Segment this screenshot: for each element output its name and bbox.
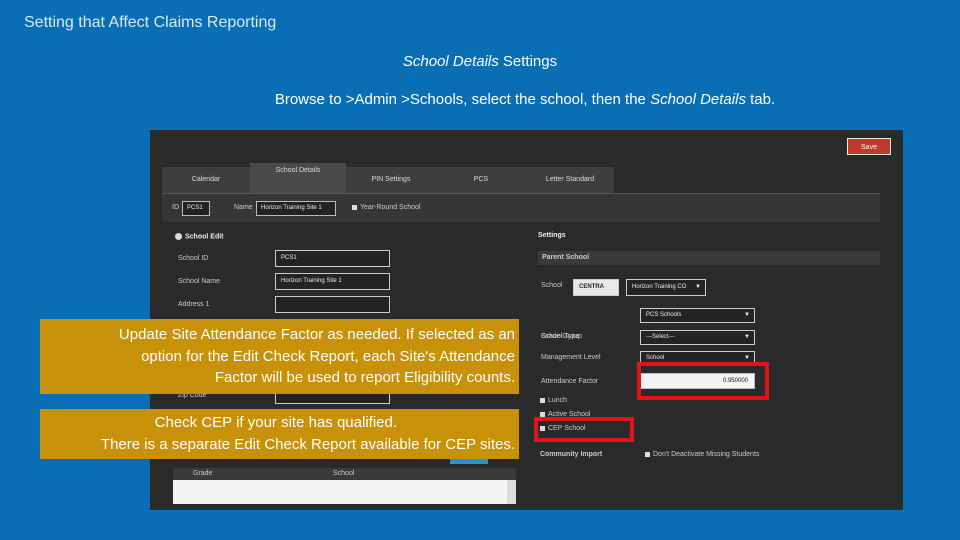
school-label: School xyxy=(541,282,563,289)
lunch-checkbox[interactable]: Lunch xyxy=(540,397,567,404)
year-round-checkbox[interactable]: Year-Round School xyxy=(352,204,420,211)
slide-instruction: Browse to >Admin >Schools, select the sc… xyxy=(0,91,960,108)
grade-table-body xyxy=(173,480,516,504)
school-edit-label: School Edit xyxy=(185,233,224,241)
grade-table-header: Grade School xyxy=(173,468,516,480)
active-school-check-icon xyxy=(540,411,545,417)
chevron-down-icon: ▼ xyxy=(695,284,701,290)
school-type-value: PCS Schools xyxy=(646,312,682,318)
slide-title: Setting that Affect Claims Reporting xyxy=(24,14,277,31)
grade-header: Grade xyxy=(193,470,213,477)
name-label: Name xyxy=(234,204,253,211)
instruction-post: tab. xyxy=(745,91,776,108)
chevron-down-icon: ▼ xyxy=(744,334,750,340)
id-label: ID xyxy=(172,204,179,211)
school-id-label: School ID xyxy=(178,255,209,262)
address-1-input[interactable] xyxy=(275,296,390,313)
callout-line: option for the Edit Check Report, each S… xyxy=(141,347,515,365)
attendance-factor-label: Attendance Factor xyxy=(541,378,599,385)
school-name-input[interactable]: Horizon Training Site 1 xyxy=(275,273,390,290)
school-id-input[interactable]: PCS1 xyxy=(275,250,390,267)
attendance-factor-highlight xyxy=(637,362,769,400)
chevron-down-icon: ▼ xyxy=(744,312,750,318)
school-type-select[interactable]: PCS Schools ▼ xyxy=(640,308,755,323)
community-import-label: Community Import xyxy=(540,451,603,458)
attendance-factor-callout: Update Site Attendance Factor as needed.… xyxy=(40,319,519,394)
settings-section-title: Settings xyxy=(538,232,566,239)
dont-deactivate-check-icon xyxy=(645,451,650,457)
tab-letter-standard[interactable]: Letter Standard xyxy=(526,167,614,193)
grade-group-select[interactable]: ---Select--- ▼ xyxy=(640,330,755,345)
slide-subtitle: School Details Settings xyxy=(0,53,960,70)
save-button[interactable]: Save xyxy=(847,138,891,155)
lunch-label: Lunch xyxy=(548,397,568,404)
school-select[interactable]: Horizon Training CO ▼ xyxy=(626,279,706,296)
instruction-pre: Browse to >Admin >Schools, select the sc… xyxy=(274,91,651,108)
tab-school-details[interactable]: School Details xyxy=(250,163,346,193)
grade-group-label: Grade Group xyxy=(541,333,582,340)
management-level-value: School xyxy=(646,355,665,361)
dont-deactivate-checkbox[interactable]: Don't Deactivate Missing Students xyxy=(645,451,759,458)
school-id-bar: ID PCS1 Name Horizon Training Site 1 Yea… xyxy=(162,193,880,222)
school-select-value: Horizon Training CO xyxy=(632,284,687,290)
cep-highlight xyxy=(534,417,634,442)
callout-line: Update Site Attendance Factor as needed.… xyxy=(118,326,515,343)
subtitle-rest: Settings xyxy=(498,53,558,70)
dont-deactivate-label: Don't Deactivate Missing Students xyxy=(653,451,760,458)
parent-school-label: Parent School xyxy=(542,254,590,261)
cep-callout: Check CEP if your site has qualified. Th… xyxy=(40,409,519,459)
collapse-icon xyxy=(175,233,182,240)
school-code-field[interactable]: CENTRA xyxy=(573,279,619,296)
callout-line: There is a separate Edit Check Report av… xyxy=(100,436,515,453)
school-header: School xyxy=(333,470,355,477)
address-1-label: Address 1 xyxy=(178,301,210,308)
name-field[interactable]: Horizon Training Site 1 xyxy=(256,201,336,216)
school-name-label: School Name xyxy=(178,278,221,285)
tab-bar: Calendar School Details PIN Settings PCS… xyxy=(162,163,614,193)
management-level-label: Management Level xyxy=(541,354,601,361)
subtitle-italic: School Details xyxy=(402,53,499,70)
tab-calendar[interactable]: Calendar xyxy=(162,167,250,193)
callout-line: Check CEP if your site has qualified. xyxy=(154,414,397,431)
grade-group-value: ---Select--- xyxy=(646,334,675,340)
id-field[interactable]: PCS1 xyxy=(182,201,210,216)
year-round-check-icon xyxy=(352,204,357,210)
tab-pin-settings[interactable]: PIN Settings xyxy=(346,167,436,193)
school-edit-section-title: School Edit xyxy=(175,233,224,240)
callout-line: Factor will be used to report Eligibilit… xyxy=(214,369,515,386)
tab-pcs[interactable]: PCS xyxy=(436,167,526,193)
year-round-label: Year-Round School xyxy=(360,204,421,211)
parent-school-header: Parent School xyxy=(538,251,880,265)
instruction-italic: School Details xyxy=(650,91,746,108)
table-scrollbar[interactable] xyxy=(507,480,516,504)
lunch-check-icon xyxy=(540,397,545,403)
